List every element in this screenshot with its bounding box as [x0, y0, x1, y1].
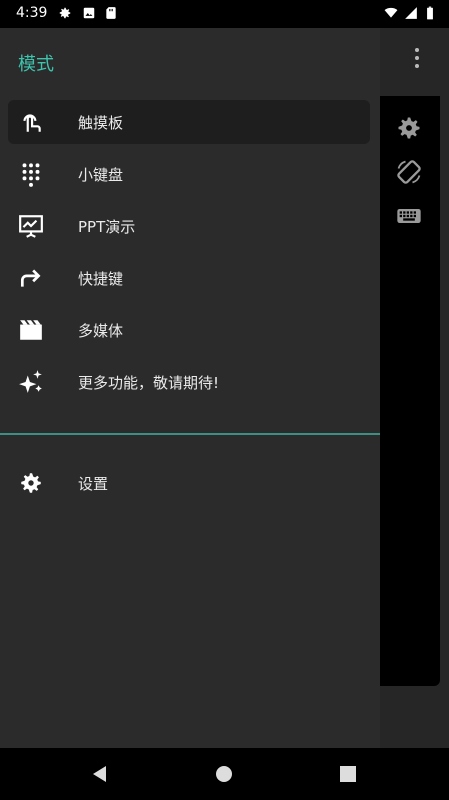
image-icon	[83, 7, 95, 19]
status-time: 4:39	[16, 5, 48, 21]
home-icon[interactable]	[212, 762, 236, 786]
signal-icon	[405, 7, 417, 19]
shortcut-arrow-icon	[20, 269, 41, 287]
menu-item-touchpad[interactable]: 触摸板	[8, 100, 370, 144]
rotate-icon[interactable]	[395, 158, 423, 186]
wifi-icon	[384, 7, 398, 18]
menu-item-multimedia[interactable]: 多媒体	[8, 308, 370, 352]
menu-item-label: 小键盘	[78, 166, 124, 184]
menu-item-keypad[interactable]: 小键盘	[8, 152, 370, 196]
menu-item-ppt[interactable]: PPT演示	[8, 204, 370, 248]
navigation-drawer: 模式 触摸板 小键盘 PPT演示 快捷键 多媒体 更多功能，敬请期待! 设置	[0, 28, 380, 748]
menu-item-label: 更多功能，敬请期待!	[78, 374, 220, 392]
settings-icon	[59, 7, 71, 19]
menu-item-label: 触摸板	[78, 114, 124, 132]
sd-card-icon	[106, 7, 116, 19]
battery-icon	[427, 6, 433, 20]
back-icon[interactable]	[88, 762, 112, 786]
divider	[0, 433, 380, 435]
keyboard-icon[interactable]	[395, 202, 423, 230]
menu-item-label: 设置	[78, 475, 109, 493]
presentation-icon	[19, 215, 43, 238]
menu-item-shortcuts[interactable]: 快捷键	[8, 256, 370, 300]
recents-icon[interactable]	[336, 762, 360, 786]
menu-item-label: 快捷键	[78, 270, 124, 288]
menu-item-settings[interactable]: 设置	[8, 461, 370, 505]
movie-icon	[20, 320, 42, 340]
sparkle-icon	[19, 370, 42, 393]
menu-item-label: PPT演示	[78, 218, 136, 236]
more-vert-icon[interactable]	[412, 46, 422, 70]
status-bar: 4:39	[0, 0, 449, 28]
drawer-title: 模式	[18, 54, 54, 75]
gear-icon	[21, 473, 41, 493]
system-nav-bar	[0, 748, 449, 800]
dialpad-icon	[22, 163, 40, 187]
menu-item-more-features[interactable]: 更多功能，敬请期待!	[8, 360, 370, 404]
settings-icon[interactable]	[395, 114, 423, 142]
touch-icon	[23, 114, 41, 132]
menu-item-label: 多媒体	[78, 322, 124, 340]
